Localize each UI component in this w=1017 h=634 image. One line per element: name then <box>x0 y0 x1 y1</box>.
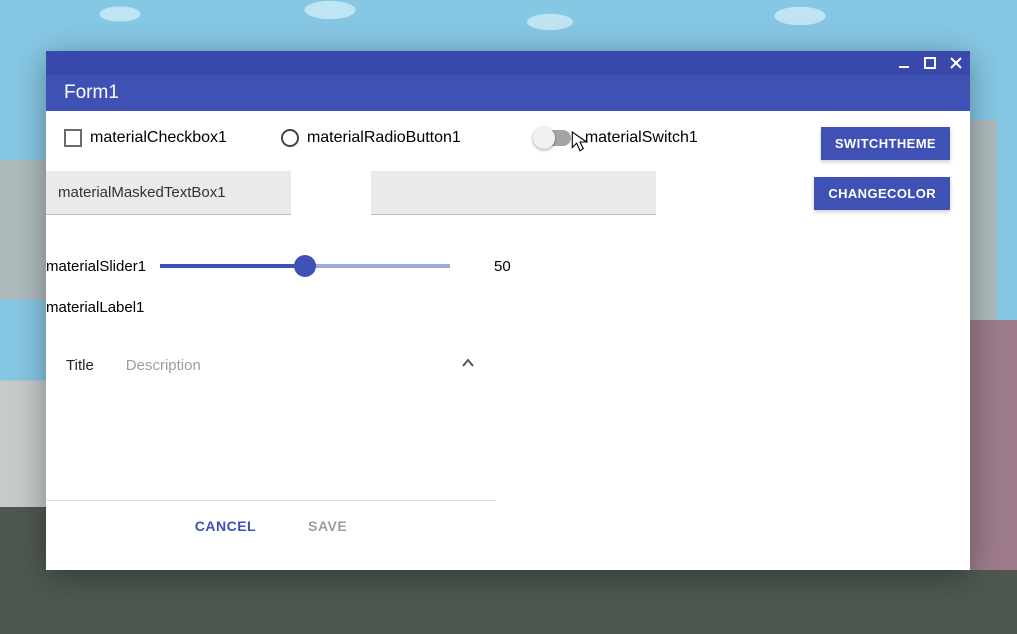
minimize-button[interactable] <box>896 55 912 71</box>
cancel-button[interactable]: CANCEL <box>189 517 262 535</box>
form-client-area: materialCheckbox1 materialRadioButton1 m… <box>46 111 970 570</box>
radio-label: materialRadioButton1 <box>307 129 461 147</box>
window-header[interactable]: Form1 <box>46 75 970 111</box>
switch-track-icon <box>535 130 571 146</box>
switch-thumb-icon <box>533 127 555 149</box>
material-checkbox[interactable]: materialCheckbox1 <box>64 129 227 147</box>
panel-actions: CANCEL SAVE <box>46 501 496 551</box>
change-color-button[interactable]: CHANGECOLOR <box>814 177 950 210</box>
window-titlebar[interactable] <box>46 51 970 75</box>
slider-track-fill <box>160 264 305 268</box>
window-title: Form1 <box>64 82 119 104</box>
material-expansion-panel: Title Description CANCEL SAVE <box>46 341 496 551</box>
material-switch[interactable]: materialSwitch1 <box>535 129 698 147</box>
material-label: materialLabel1 <box>46 299 144 316</box>
material-radio-button[interactable]: materialRadioButton1 <box>281 129 461 147</box>
panel-description: Description <box>126 357 201 374</box>
form-window: Form1 materialCheckbox1 materialRadioBut… <box>46 51 970 570</box>
material-slider[interactable] <box>160 246 450 286</box>
material-masked-textbox[interactable] <box>46 171 291 215</box>
slider-label: materialSlider1 <box>46 258 146 275</box>
slider-thumb[interactable] <box>294 255 316 277</box>
maximize-button[interactable] <box>922 55 938 71</box>
slider-value: 50 <box>494 258 511 275</box>
radio-circle-icon <box>281 129 299 147</box>
save-button[interactable]: SAVE <box>302 517 353 535</box>
switch-label: materialSwitch1 <box>585 129 698 147</box>
checkbox-label: materialCheckbox1 <box>90 129 227 147</box>
material-textbox[interactable] <box>371 171 656 215</box>
checkbox-box-icon <box>64 129 82 147</box>
panel-title: Title <box>66 357 94 374</box>
switch-theme-button[interactable]: SWITCHTHEME <box>821 127 950 160</box>
expansion-panel-header[interactable]: Title Description <box>46 341 496 390</box>
close-button[interactable] <box>948 55 964 71</box>
chevron-up-icon <box>460 355 476 376</box>
